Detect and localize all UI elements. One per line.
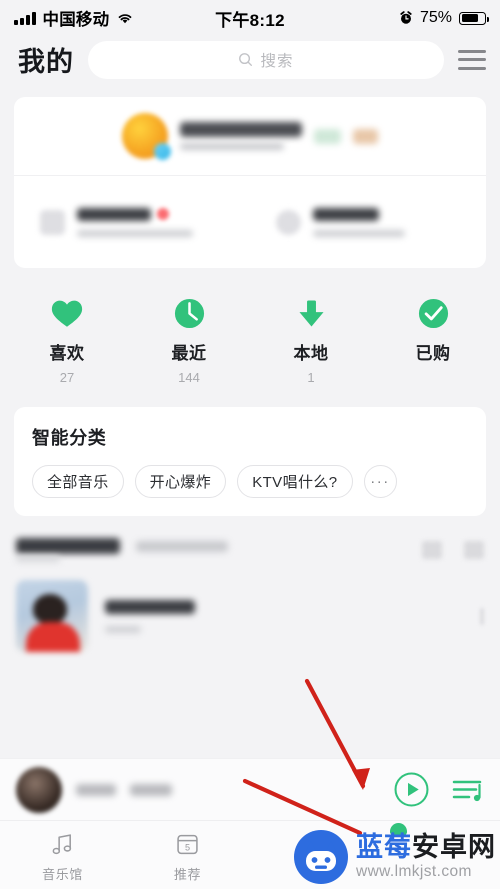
site-watermark: 蓝莓安卓网 www.lmkjst.com bbox=[293, 829, 496, 885]
hamburger-menu-icon[interactable] bbox=[458, 49, 486, 70]
mini-player-controls bbox=[393, 771, 484, 808]
app-header: 我的 搜索 bbox=[0, 36, 500, 91]
entry-row bbox=[14, 176, 486, 268]
android-mascot-icon bbox=[293, 829, 349, 885]
list-view-icon[interactable] bbox=[464, 541, 484, 559]
stat-count: 1 bbox=[307, 370, 315, 385]
playlist-queue-icon[interactable] bbox=[452, 776, 484, 804]
stat-label: 已购 bbox=[415, 344, 451, 363]
account-card[interactable] bbox=[14, 97, 486, 268]
playlist-title-redacted bbox=[16, 538, 228, 562]
album-art-icon[interactable] bbox=[16, 766, 62, 813]
download-icon bbox=[295, 294, 328, 332]
stat-item-recent[interactable]: 最近 144 bbox=[128, 294, 250, 385]
mini-player-title-redacted bbox=[76, 783, 172, 796]
heart-icon bbox=[50, 294, 84, 332]
stat-label: 最近 bbox=[171, 344, 207, 363]
entry-icon bbox=[276, 209, 301, 235]
stat-item-purchased[interactable]: 已购 bbox=[372, 294, 494, 385]
stats-row: 喜欢 27 最近 144 本地 1 已购 bbox=[0, 268, 500, 407]
red-dot-badge bbox=[157, 208, 169, 220]
phone-screen: 中国移动 下午8:12 75% 我的 搜索 喜欢 27 最近 144 本地 1 … bbox=[0, 0, 500, 889]
stat-item-local[interactable]: 本地 1 bbox=[250, 294, 372, 385]
stat-item-likes[interactable]: 喜欢 27 bbox=[6, 294, 128, 385]
playlist-header bbox=[16, 530, 484, 570]
level-badge bbox=[353, 128, 378, 144]
search-placeholder: 搜索 bbox=[260, 52, 294, 70]
check-circle-icon bbox=[417, 294, 450, 332]
search-input[interactable]: 搜索 bbox=[88, 40, 444, 79]
chip-happy[interactable]: 开心爆炸 bbox=[134, 465, 227, 498]
tab-label: 推荐 bbox=[173, 867, 202, 882]
battery-icon bbox=[459, 11, 489, 25]
watermark-url: www.lmkjst.com bbox=[356, 863, 472, 881]
account-row[interactable] bbox=[14, 97, 486, 175]
stat-label: 喜欢 bbox=[49, 344, 85, 363]
smart-category-card: 智能分类 全部音乐 开心爆炸 KTV唱什么? ··· bbox=[14, 407, 486, 516]
playlist-actions bbox=[422, 541, 484, 559]
vip-badge bbox=[314, 128, 341, 144]
music-note-icon bbox=[50, 831, 75, 858]
entry-icon bbox=[40, 209, 65, 235]
chip-more-button[interactable]: ··· bbox=[363, 465, 397, 498]
watermark-site-name: 蓝莓安卓网 bbox=[356, 832, 496, 863]
smart-category-title: 智能分类 bbox=[32, 428, 107, 448]
playlist-section bbox=[0, 530, 500, 652]
song-title-redacted bbox=[105, 599, 195, 633]
tab-music-hall[interactable]: 音乐馆 bbox=[0, 821, 125, 889]
entry-item-1[interactable] bbox=[14, 176, 250, 268]
chip-ktv[interactable]: KTV唱什么? bbox=[237, 465, 353, 498]
entry-2-text-redacted bbox=[313, 207, 405, 237]
mini-player[interactable] bbox=[0, 758, 500, 820]
stat-count: 144 bbox=[178, 370, 200, 385]
svg-text:5: 5 bbox=[185, 842, 190, 852]
account-logo-icon bbox=[122, 113, 171, 160]
search-icon bbox=[238, 52, 253, 67]
tab-label: 音乐馆 bbox=[42, 867, 83, 882]
watermark-text: 蓝莓安卓网 www.lmkjst.com bbox=[356, 834, 496, 880]
entry-1-text-redacted bbox=[77, 207, 193, 237]
entry-item-2[interactable] bbox=[250, 176, 486, 268]
more-options-icon[interactable] bbox=[480, 607, 484, 625]
clock-icon bbox=[173, 294, 206, 332]
calendar-icon: 5 bbox=[175, 831, 200, 858]
stat-count: 27 bbox=[59, 370, 75, 385]
account-name-redacted bbox=[180, 122, 302, 150]
status-bar-time: 下午8:12 bbox=[215, 10, 285, 30]
page-title: 我的 bbox=[18, 47, 74, 77]
grid-view-icon[interactable] bbox=[422, 541, 442, 559]
song-list-item[interactable] bbox=[16, 580, 484, 652]
song-artwork bbox=[16, 580, 88, 652]
chip-all-music[interactable]: 全部音乐 bbox=[32, 465, 124, 498]
status-bar: 中国移动 下午8:12 75% bbox=[0, 0, 500, 36]
tab-recommend[interactable]: 5 推荐 bbox=[125, 821, 250, 889]
stat-label: 本地 bbox=[293, 344, 329, 363]
play-circle-icon[interactable] bbox=[393, 771, 430, 808]
category-chips: 全部音乐 开心爆炸 KTV唱什么? ··· bbox=[32, 465, 468, 498]
